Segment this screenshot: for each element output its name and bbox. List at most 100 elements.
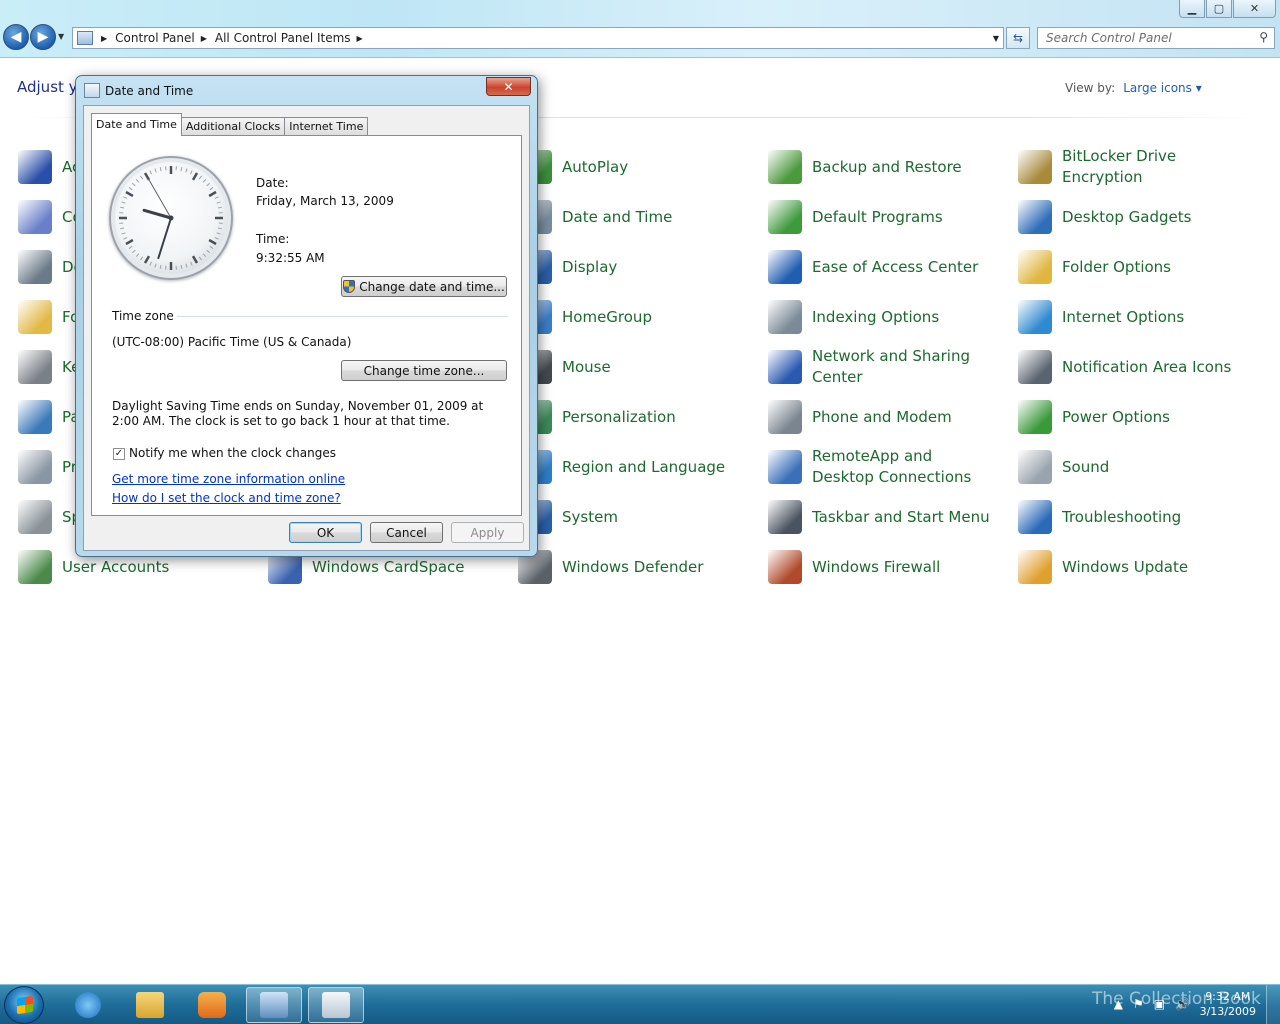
breadcrumb-control-panel[interactable]: Control Panel (115, 31, 195, 45)
arrow-left-icon: ◀ (10, 29, 22, 45)
more-timezone-info-link[interactable]: Get more time zone information online (112, 472, 345, 486)
clock-hour-tick (208, 190, 217, 198)
breadcrumb-all-items[interactable]: All Control Panel Items (215, 31, 351, 45)
taskbar: The Collection Book ▲ ⚑ ▣ 🔊 9:32 AM 3/13… (0, 984, 1280, 1024)
taskbar-date-time[interactable] (308, 987, 364, 1023)
tab-additional-clocks[interactable]: Additional Clocks (180, 117, 286, 136)
cp-item-region-language[interactable]: Region and Language (518, 447, 747, 487)
cp-item-label: Windows Update (1062, 557, 1189, 576)
recent-pages-dropdown[interactable]: ▼ (58, 32, 64, 41)
default-programs-icon (768, 200, 802, 234)
cp-item-indexing-options[interactable]: Indexing Options (768, 297, 997, 337)
taskbar-media-player[interactable] (184, 987, 240, 1023)
network-icon[interactable]: ▣ (1154, 997, 1165, 1011)
cp-item-taskbar-start-menu[interactable]: Taskbar and Start Menu (768, 497, 997, 537)
volume-icon[interactable]: 🔊 (1175, 997, 1190, 1011)
cp-item-label: Sound (1062, 457, 1110, 476)
cp-item-system[interactable]: System (518, 497, 747, 537)
clock-minute-tick (216, 232, 221, 235)
cp-item-sound-speaker[interactable]: Sound (1018, 447, 1247, 487)
ok-button[interactable]: OK (289, 522, 362, 543)
cp-item-phone-modem[interactable]: Phone and Modem (768, 397, 997, 437)
system-tray: ▲ ⚑ ▣ 🔊 (1114, 997, 1190, 1011)
clock-hour-tick (125, 238, 134, 246)
clock-minute-tick (159, 264, 162, 269)
cp-item-homegroup[interactable]: HomeGroup (518, 297, 747, 337)
cp-item-label: Mouse (562, 357, 611, 376)
cp-item-mouse[interactable]: Mouse (518, 347, 747, 387)
cp-item-windows-update[interactable]: Windows Update (1018, 547, 1247, 587)
cp-item-backup-restore[interactable]: Backup and Restore (768, 147, 997, 187)
cp-item-date-time[interactable]: Date and Time (518, 197, 747, 237)
cp-item-windows-defender[interactable]: Windows Defender (518, 547, 747, 587)
view-by: View by: Large icons ▾ (1065, 81, 1202, 95)
group-divider (177, 316, 508, 317)
maximize-button[interactable]: ▢ (1206, 0, 1232, 18)
windows-update-icon (1018, 550, 1052, 584)
tray-expand-icon[interactable]: ▲ (1114, 997, 1123, 1011)
start-button[interactable] (4, 986, 44, 1024)
breadcrumb-chevron-icon[interactable]: ▶ (201, 34, 207, 43)
apply-button[interactable]: Apply (451, 522, 524, 543)
clock-center (168, 215, 174, 221)
address-dropdown-icon[interactable]: ▼ (993, 34, 999, 43)
cp-item-remoteapp[interactable]: RemoteApp and Desktop Connections (768, 447, 997, 487)
minimize-button[interactable]: ▁ (1179, 0, 1205, 18)
time-label: Time: (256, 232, 290, 246)
cp-item-label: Folder Options (1062, 257, 1171, 276)
cp-item-ease-of-access[interactable]: Ease of Access Center (768, 247, 997, 287)
how-to-set-clock-link[interactable]: How do I set the clock and time zone? (112, 491, 341, 505)
cp-item-personalization[interactable]: Personalization (518, 397, 747, 437)
close-window-button[interactable]: ✕ (1233, 0, 1276, 18)
change-timezone-button[interactable]: Change time zone... (341, 360, 507, 381)
clock-minute-tick (202, 179, 207, 183)
cp-item-default-programs[interactable]: Default Programs (768, 197, 997, 237)
forward-button[interactable]: ▶ (30, 24, 56, 50)
ease-of-access-icon (768, 250, 802, 284)
clock-minute-tick (140, 256, 144, 261)
tab-date-and-time[interactable]: Date and Time (91, 113, 182, 136)
breadcrumb-chevron-icon[interactable]: ▶ (357, 34, 363, 43)
taskbar-windows-explorer[interactable] (122, 987, 178, 1023)
cp-item-internet-options[interactable]: Internet Options (1018, 297, 1247, 337)
view-by-dropdown[interactable]: Large icons ▾ (1123, 81, 1202, 95)
breadcrumb-chevron-icon[interactable]: ▶ (101, 34, 107, 43)
cp-item-autoplay[interactable]: AutoPlay (518, 147, 747, 187)
clock-minute-tick (135, 179, 140, 183)
media-player-icon (198, 992, 226, 1018)
cp-item-notification-area[interactable]: Notification Area Icons (1018, 347, 1247, 387)
dialog-close-button[interactable]: ✕ (486, 77, 531, 96)
cp-item-folder-options[interactable]: Folder Options (1018, 247, 1247, 287)
cp-item-troubleshooting[interactable]: Troubleshooting (1018, 497, 1247, 537)
notify-label[interactable]: Notify me when the clock changes (129, 446, 336, 460)
cp-item-network-sharing[interactable]: Network and Sharing Center (768, 347, 997, 387)
clock-minute-tick (190, 170, 193, 175)
cp-item-label: Internet Options (1062, 307, 1185, 326)
taskbar-clock[interactable]: 9:32 AM 3/13/2009 (1200, 989, 1256, 1019)
control-panel-icon (260, 992, 288, 1018)
cp-item-display[interactable]: Display (518, 247, 747, 287)
cp-item-desktop-gadgets[interactable]: Desktop Gadgets (1018, 197, 1247, 237)
taskbar-control-panel[interactable] (246, 987, 302, 1023)
refresh-button[interactable]: ⇆ (1006, 27, 1030, 49)
cp-item-label: BitLocker Drive Encryption (1062, 147, 1177, 186)
change-date-time-button[interactable]: Change date and time... (341, 276, 507, 297)
cp-item-windows-firewall[interactable]: Windows Firewall (768, 547, 997, 587)
address-bar[interactable]: ▶ Control Panel ▶ All Control Panel Item… (72, 27, 1004, 49)
cp-item-power-options[interactable]: Power Options (1018, 397, 1247, 437)
show-desktop-button[interactable] (1266, 985, 1280, 1024)
search-input[interactable]: Search Control Panel ⚲ (1037, 27, 1275, 49)
action-center-flag-icon[interactable]: ⚑ (1133, 997, 1144, 1011)
clock-minute-tick (121, 201, 126, 204)
cp-item-bitlocker-key[interactable]: BitLocker Drive Encryption (1018, 147, 1247, 187)
clock-minute-tick (135, 253, 140, 257)
search-icon[interactable]: ⚲ (1259, 30, 1268, 44)
tab-internet-time[interactable]: Internet Time (284, 117, 369, 136)
notify-checkbox[interactable]: ✓ (113, 448, 125, 460)
cp-item-label: Default Programs (812, 207, 943, 226)
taskbar-internet-explorer[interactable] (60, 987, 116, 1023)
cancel-button[interactable]: Cancel (370, 522, 443, 543)
back-button[interactable]: ◀ (3, 24, 29, 50)
clock-minute-tick (120, 227, 125, 230)
time-value: 9:32:55 AM (256, 251, 325, 265)
